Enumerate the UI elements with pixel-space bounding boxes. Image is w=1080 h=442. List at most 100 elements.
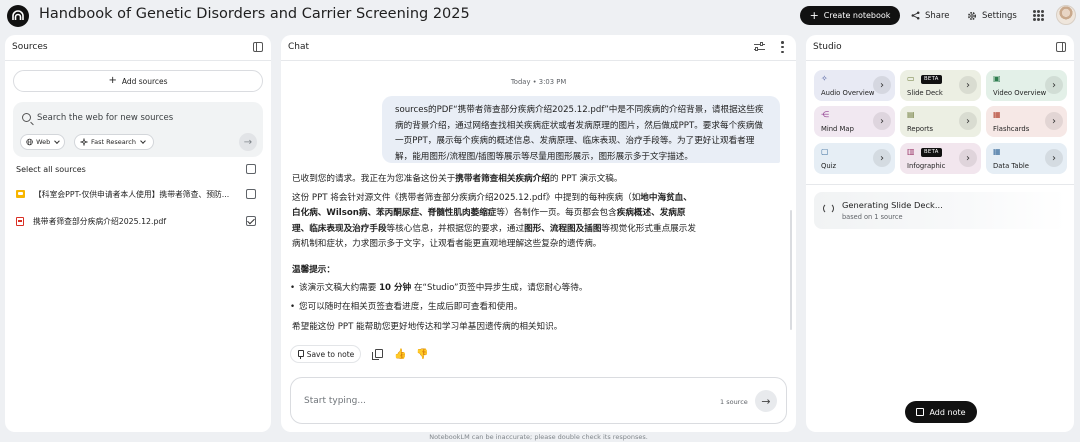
chevron-right-icon[interactable]: › [873, 112, 891, 130]
quiz-icon: ▢ [821, 147, 829, 156]
add-sources-button[interactable]: + Add sources [13, 70, 263, 92]
studio-card-mind-map[interactable]: ⋲ Mind Map › [814, 106, 895, 137]
ai-closing: 希望能这份 PPT 能帮助您更好地传达和学习单基因遗传病的相关知识。 [292, 322, 563, 332]
send-button[interactable]: → [755, 390, 777, 412]
chat-panel: Chat Today • 3:03 PM sources的PDF“携带者筛查部分… [281, 35, 796, 432]
studio-card-data-table[interactable]: ▦ Data Table › [986, 143, 1067, 174]
source-item[interactable]: 【科室会PPT-仅供申请者本人使用】携带者筛查、预防... [16, 187, 266, 201]
chat-scrollbar[interactable] [790, 210, 792, 330]
share-label: Share [925, 10, 950, 21]
note-icon [916, 408, 925, 416]
video-icon: ▣ [993, 74, 1001, 83]
web-search-box: Web Fast Research → [13, 102, 263, 157]
studio-card-quiz[interactable]: ▢ Quiz › [814, 143, 895, 174]
select-all-checkbox[interactable] [246, 164, 256, 174]
research-mode-dropdown[interactable]: Fast Research [74, 134, 154, 150]
thumbs-down-icon[interactable]: 👎 [416, 349, 428, 360]
studio-card-label: Data Table [993, 162, 1029, 170]
sources-title: Sources [12, 42, 48, 52]
source-checkbox[interactable] [246, 189, 256, 199]
chat-input-box: 1 source → [290, 377, 787, 424]
tune-icon[interactable] [754, 42, 765, 52]
studio-card-label: Mind Map [821, 125, 854, 133]
studio-card-reports[interactable]: ▤ Reports › [900, 106, 981, 137]
infographic-icon: ▥ [907, 147, 915, 156]
chevron-right-icon[interactable]: › [959, 76, 977, 94]
studio-card-audio-overview[interactable]: ✧ Audio Overview › [814, 70, 895, 101]
apps-grid-icon[interactable] [1033, 10, 1044, 21]
submit-search-button[interactable]: → [239, 133, 257, 151]
user-message: sources的PDF“携带者筛查部分疾病介绍2025.12.pdf”中是不同疾… [382, 96, 780, 163]
chevron-right-icon[interactable]: › [1045, 112, 1063, 130]
studio-card-label: Slide Deck [907, 89, 943, 97]
create-notebook-button[interactable]: + Create notebook [800, 6, 900, 25]
mind-map-icon: ⋲ [821, 110, 829, 119]
avatar[interactable] [1056, 5, 1076, 25]
reports-icon: ▤ [907, 110, 915, 119]
research-icon [80, 138, 88, 146]
chevron-right-icon[interactable]: › [959, 112, 977, 130]
divider [806, 60, 1074, 61]
search-icon [22, 113, 31, 122]
studio-card-slide-deck[interactable]: ▭ BETA Slide Deck › [900, 70, 981, 101]
research-label: Fast Research [91, 138, 136, 146]
slides-icon [16, 190, 25, 198]
chevron-right-icon[interactable]: › [873, 76, 891, 94]
studio-card-label: Video Overview [993, 89, 1047, 97]
plus-icon: + [809, 9, 819, 22]
arrow-right-icon: → [761, 394, 771, 408]
notebook-title[interactable]: Handbook of Genetic Disorders and Carrie… [39, 6, 470, 22]
sync-icon [823, 203, 834, 214]
divider [5, 60, 271, 61]
chevron-right-icon[interactable]: › [873, 149, 891, 167]
chevron-down-icon [54, 138, 60, 144]
chevron-right-icon[interactable]: › [959, 149, 977, 167]
studio-panel: Studio ✧ Audio Overview › ▭ BETA Slide Deck › ▣… [806, 35, 1074, 432]
flashcards-icon: ▦ [993, 110, 1001, 119]
collapse-sources-icon[interactable] [253, 42, 263, 52]
copy-icon[interactable] [372, 349, 383, 360]
chevron-right-icon[interactable]: › [1045, 149, 1063, 167]
beta-badge: BETA [921, 75, 942, 84]
arrow-right-icon: → [243, 136, 253, 148]
source-item[interactable]: 携带者筛查部分疾病介绍2025.12.pdf [16, 214, 266, 228]
source-count: 1 source [720, 398, 748, 406]
generating-item[interactable]: Generating Slide Deck... based on 1 sour… [814, 192, 1067, 229]
data-table-icon: ▦ [993, 147, 1001, 156]
more-vert-icon[interactable] [781, 41, 784, 53]
studio-card-infographic[interactable]: ▥ BETA Infographic › [900, 143, 981, 174]
studio-card-video-overview[interactable]: ▣ Video Overview › [986, 70, 1067, 101]
notebooklm-logo-icon[interactable] [7, 5, 29, 27]
web-search-input[interactable] [37, 110, 237, 126]
chevron-right-icon[interactable]: › [1045, 76, 1063, 94]
divider [806, 184, 1074, 185]
save-to-note-button[interactable]: Save to note [290, 345, 361, 363]
pdf-icon [16, 216, 24, 226]
add-note-label: Add note [929, 407, 966, 417]
chat-input[interactable] [304, 394, 684, 408]
plus-icon: + [108, 75, 117, 86]
message-timestamp: Today • 3:03 PM [510, 78, 567, 86]
tip-bullet: 该演示文稿大约需要 10 分钟 在“Studio”页签中异步生成，请您耐心等待。 [290, 281, 699, 296]
source-checkbox[interactable] [246, 216, 256, 226]
share-icon [911, 11, 920, 20]
share-button[interactable]: Share [911, 6, 950, 25]
settings-label: Settings [982, 10, 1017, 21]
settings-button[interactable]: Settings [967, 6, 1017, 25]
web-label: Web [36, 138, 51, 146]
tip-bullet: 您可以随时在相关页签查看进度，生成后即可查看和使用。 [290, 300, 699, 315]
studio-card-flashcards[interactable]: ▦ Flashcards › [986, 106, 1067, 137]
thumbs-up-icon[interactable]: 👍 [394, 349, 406, 360]
disclaimer: NotebookLM can be inaccurate; please dou… [429, 433, 648, 441]
chevron-down-icon [140, 138, 146, 144]
slides-icon: ▭ [907, 74, 915, 83]
audio-icon: ✧ [821, 74, 828, 83]
add-note-button[interactable]: Add note [905, 401, 977, 423]
studio-title: Studio [813, 42, 842, 52]
studio-card-label: Flashcards [993, 125, 1030, 133]
ai-paragraph: 已收到您的请求。我正在为您准备这份关于携带者筛查相关疾病介绍的 PPT 演示文稿… [292, 174, 623, 184]
collapse-studio-icon[interactable] [1056, 42, 1066, 52]
ai-paragraph: 这份 PPT 将会针对源文件《携带者筛查部分疾病介绍2025.12.pdf》中提… [292, 193, 696, 250]
gear-icon [967, 11, 977, 20]
web-source-dropdown[interactable]: Web [20, 134, 65, 150]
